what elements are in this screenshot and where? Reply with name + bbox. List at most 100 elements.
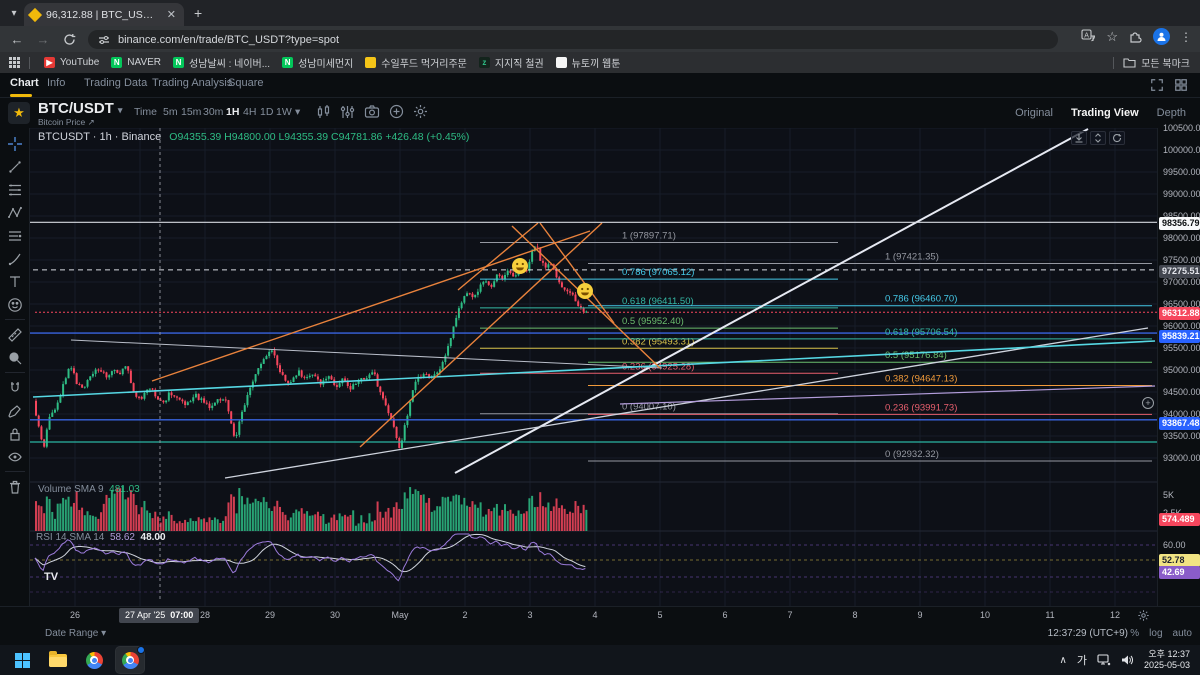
reset-chart-button[interactable] xyxy=(1109,131,1125,145)
bookmark-item[interactable]: 수일푸드 먹거리주문 xyxy=(359,55,473,71)
timeframe-30m[interactable]: 30m xyxy=(203,106,223,118)
screenshot-camera-icon[interactable] xyxy=(364,104,380,119)
axis-settings-gear-icon[interactable] xyxy=(1137,609,1150,622)
svg-text:0.236 (93991.73): 0.236 (93991.73) xyxy=(885,402,957,413)
site-settings-icon[interactable] xyxy=(98,34,110,46)
nav-tab-chart[interactable]: Chart xyxy=(10,77,39,89)
magnet-tool-icon[interactable] xyxy=(7,380,24,397)
position-tool-icon[interactable] xyxy=(7,228,24,245)
price-tick: 100000.00 xyxy=(1163,145,1200,155)
price-tick: 95500.00 xyxy=(1163,343,1200,353)
new-tab-button[interactable]: + xyxy=(194,6,202,20)
timeframe-1h[interactable]: 1H xyxy=(226,106,239,118)
apps-grid-icon[interactable] xyxy=(8,56,21,69)
timeframe-15m[interactable]: 15m xyxy=(181,106,201,118)
bookmark-item[interactable]: N성남미세먼지 xyxy=(276,55,359,71)
timeframe-▾[interactable]: ▾ xyxy=(295,106,300,118)
fib-tool-icon[interactable] xyxy=(7,182,24,199)
candlestick-chart[interactable]: 1 (97897.71)0.786 (97065.12)0.618 (96411… xyxy=(30,128,1157,606)
timeframe-5m[interactable]: 5m xyxy=(163,106,178,118)
timeframe-time[interactable]: Time xyxy=(134,106,157,118)
bookmark-item[interactable]: NNAVER xyxy=(105,55,167,71)
forward-button[interactable]: → xyxy=(30,32,56,47)
browser-tab[interactable]: 96,312.88 | BTC_USDT | Bitcoin ✕ xyxy=(24,3,184,26)
all-bookmarks-label[interactable]: 모든 북마크 xyxy=(1141,55,1190,70)
time-tick: 6 xyxy=(708,610,742,620)
scale-option-auto[interactable]: auto xyxy=(1173,628,1192,639)
trash-tool-icon[interactable] xyxy=(7,479,24,496)
expand-layout-icon[interactable] xyxy=(1150,78,1164,92)
bookmark-item[interactable]: 뉴토끼 웹툰 xyxy=(550,55,627,71)
nav-tab-trading-analysis[interactable]: Trading Analysis xyxy=(152,77,232,89)
translate-icon[interactable]: A xyxy=(1081,29,1096,44)
timeframe-4h[interactable]: 4H xyxy=(243,106,256,118)
favorite-star-icon[interactable]: ★ xyxy=(8,102,30,124)
add-alert-plus-icon[interactable]: + xyxy=(1142,397,1154,409)
nav-tab-info[interactable]: Info xyxy=(47,77,65,89)
pattern-tool-icon[interactable] xyxy=(7,205,24,222)
smiley-emoji-sticker[interactable] xyxy=(577,283,593,299)
add-circle-icon[interactable] xyxy=(389,104,404,119)
volume-legend[interactable]: Volume SMA 9 481.03 xyxy=(38,484,140,495)
smiley-emoji-sticker[interactable] xyxy=(512,258,528,274)
rsi-legend[interactable]: RSI 14 SMA 14 58.62 48.00 xyxy=(36,532,166,543)
scale-option-log[interactable]: log xyxy=(1149,628,1162,639)
legend-title[interactable]: BTCUSDT · 1h · Binance xyxy=(38,131,161,143)
timeframe-1w[interactable]: 1W xyxy=(276,106,292,118)
bookmark-item[interactable]: ▶YouTube xyxy=(38,55,105,71)
text-tool-icon[interactable] xyxy=(7,274,24,291)
time-axis[interactable]: 27 Apr '2507:00 26282930May2345678910111… xyxy=(0,606,1200,623)
pane-tick: 60.00 xyxy=(1163,540,1186,550)
hide-tool-icon[interactable] xyxy=(7,449,24,466)
speaker-icon[interactable] xyxy=(1121,654,1134,666)
bookmark-item[interactable]: N성남날씨 : 네이버... xyxy=(167,55,276,71)
address-bar[interactable]: binance.com/en/trade/BTC_USDT?type=spot xyxy=(88,30,1058,49)
nav-tab-trading-data[interactable]: Trading Data xyxy=(84,77,147,89)
all-bookmarks[interactable]: 모든 북마크 xyxy=(1109,55,1190,70)
lock-tool-icon[interactable] xyxy=(7,426,24,443)
chrome-active-icon[interactable] xyxy=(116,647,144,673)
price-axis[interactable]: 100500.00100000.0099500.0099000.0098500.… xyxy=(1157,128,1200,606)
file-explorer-icon[interactable] xyxy=(44,647,72,673)
draw-lock-tool-icon[interactable] xyxy=(7,403,24,420)
chart-legend: BTCUSDT · 1h · BinanceO94355.39 H94800.0… xyxy=(38,131,469,143)
expand-pane-button[interactable] xyxy=(1090,131,1106,145)
view-trading-view[interactable]: Trading View xyxy=(1071,107,1139,119)
chrome-badge xyxy=(137,646,145,654)
taskbar-clock[interactable]: 오후 12:37 2025-05-03 xyxy=(1144,649,1190,671)
crosshair-tool-icon[interactable] xyxy=(7,136,24,153)
tab-close-icon[interactable]: ✕ xyxy=(165,8,178,21)
zoom-in-tool-icon[interactable] xyxy=(7,350,24,367)
download-chart-button[interactable] xyxy=(1071,131,1087,145)
chart-style-icon[interactable] xyxy=(316,104,331,120)
date-range-button[interactable]: Date Range ▾ xyxy=(45,628,106,639)
ime-indicator[interactable]: 가 xyxy=(1077,652,1087,668)
bookmark-item[interactable]: z지지직 철권 xyxy=(473,55,550,71)
reload-button[interactable] xyxy=(56,33,82,46)
back-button[interactable]: ← xyxy=(4,32,30,47)
start-button[interactable] xyxy=(8,647,36,673)
scale-option-pct[interactable]: % xyxy=(1130,628,1139,639)
chart-settings-gear-icon[interactable] xyxy=(413,104,428,119)
timeframe-1d[interactable]: 1D xyxy=(260,106,273,118)
nav-tab-square[interactable]: Square xyxy=(228,77,263,89)
browser-menu-icon[interactable]: ⋮ xyxy=(1180,30,1192,44)
grid-layout-icon[interactable] xyxy=(1174,78,1188,92)
profile-avatar[interactable] xyxy=(1153,28,1170,45)
pair-title[interactable]: BTC/USDT▾ xyxy=(38,100,122,117)
chrome-icon[interactable] xyxy=(80,647,108,673)
pair-subtitle[interactable]: Bitcoin Price ↗ xyxy=(38,117,95,128)
ruler-tool-icon[interactable] xyxy=(7,327,24,344)
emoji-tool-icon[interactable] xyxy=(7,297,24,314)
network-icon[interactable] xyxy=(1097,654,1111,666)
tab-search-icon[interactable]: ▾ xyxy=(6,5,22,21)
view-depth[interactable]: Depth xyxy=(1157,107,1186,119)
hidden-icons-chevron[interactable]: ∧ xyxy=(1060,655,1067,666)
indicators-icon[interactable] xyxy=(340,104,355,120)
view-original[interactable]: Original xyxy=(1015,107,1053,119)
brush-tool-icon[interactable] xyxy=(7,251,24,268)
trendline-tool-icon[interactable] xyxy=(7,159,24,176)
bookmark-star-icon[interactable]: ☆ xyxy=(1106,29,1118,45)
extensions-icon[interactable] xyxy=(1128,29,1143,44)
url-text[interactable]: binance.com/en/trade/BTC_USDT?type=spot xyxy=(118,34,339,46)
